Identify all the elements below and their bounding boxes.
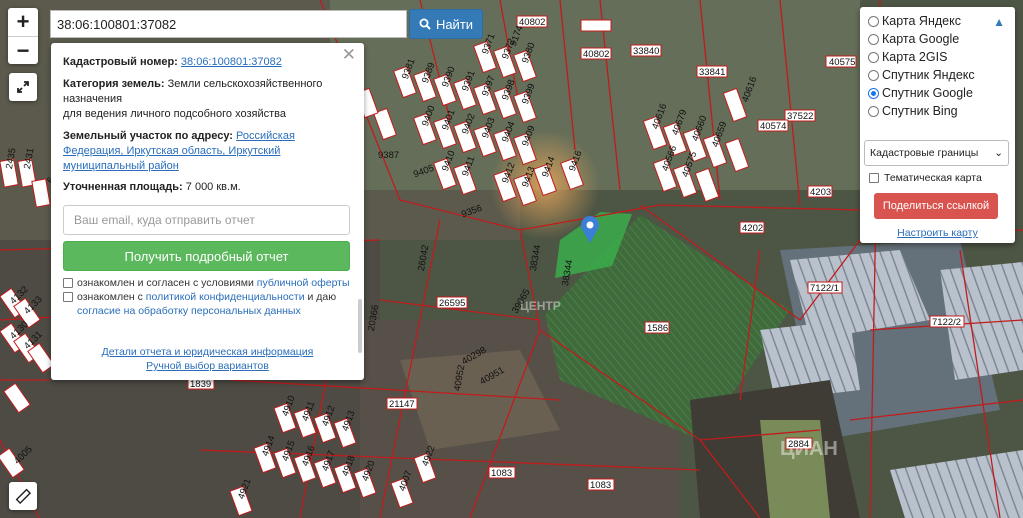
thematic-checkbox[interactable] [869,173,879,183]
boundaries-select[interactable]: Кадастровые границы ⌄ [864,140,1009,166]
svg-text:ЦИАН: ЦИАН [780,438,838,460]
layer-option-label: Карта Яндекс [882,14,961,28]
close-icon[interactable]: ✕ [342,46,356,63]
get-report-button[interactable]: Получить подробный отчет [63,241,350,271]
search-button[interactable]: Найти [409,9,483,39]
chevron-up-icon[interactable]: ▲ [993,15,1005,29]
manual-choice-link[interactable]: Ручной выбор вариантов [146,360,269,372]
offer-link[interactable]: публичной оферты [257,277,350,289]
category-label: Категория земель: [63,78,165,90]
layer-option-label: Спутник Яндекс [882,68,975,82]
offer-checkbox[interactable] [63,278,73,288]
cadastral-link[interactable]: 38:06:100801:37082 [181,56,282,68]
address-label: Земельный участок по адресу: [63,130,233,142]
radio-button[interactable] [868,105,879,117]
radio-button[interactable] [868,69,879,81]
layer-option-label: Карта Google [882,32,960,46]
radio-button[interactable] [868,15,879,27]
privacy-checkbox[interactable] [63,292,73,302]
layer-option-label: Карта 2GIS [882,50,948,64]
radio-button[interactable] [868,87,879,99]
zoom-out-button[interactable]: − [8,36,38,64]
search-button-label: Найти [435,16,474,32]
layer-list: Карта Яндекс Карта Google Карта 2GIS Спутни… [868,12,1007,120]
thematic-label: Тематическая карта [884,172,982,184]
consent-link[interactable]: согласие на обработку персональных данны… [77,305,301,317]
layer-option-label: Спутник Google [882,86,973,100]
category-purpose: для ведения личного подсобного хозяйства [63,108,286,120]
zoom-control: + − [8,8,38,64]
privacy-agreement-text: ознакомлен с политикой конфиденциальност… [77,291,337,317]
offer-agreement-text: ознакомлен и согласен с условиями публич… [77,277,350,289]
layer-option[interactable]: Карта Яндекс [868,12,1007,30]
layer-option-label: Спутник Bing [882,104,958,118]
fullscreen-button[interactable] [9,73,37,101]
layer-option[interactable]: Спутник Bing [868,102,1007,120]
ruler-icon [15,488,31,504]
area-label: Уточненная площадь: [63,181,183,193]
share-link-button[interactable]: Поделиться ссылкой [874,193,998,219]
email-field[interactable] [63,205,350,235]
boundaries-select-value: Кадастровые границы [870,147,979,159]
radio-button[interactable] [868,51,879,63]
area-value: 7 000 кв.м. [182,181,241,193]
layer-option[interactable]: Карта 2GIS [868,48,1007,66]
ruler-button[interactable] [9,482,37,510]
layer-option[interactable]: Спутник Яндекс [868,66,1007,84]
parcel-info-panel: ✕ Кадастровый номер: 38:06:100801:37082 … [51,43,364,380]
map-layers-panel: ▲ Карта Яндекс Карта Google Карта 2GIS Спут… [860,7,1015,243]
radio-button[interactable] [868,33,879,45]
svg-text:ЦЕНТР: ЦЕНТР [520,299,561,313]
cadastral-label: Кадастровый номер: [63,56,178,68]
layer-option[interactable]: Спутник Google [868,84,1007,102]
layer-option[interactable]: Карта Google [868,30,1007,48]
privacy-link[interactable]: политикой конфиденциальности [146,291,305,303]
configure-map-link[interactable]: Настроить карту [868,227,1007,239]
search-input[interactable] [50,10,407,38]
chevron-down-icon: ⌄ [994,147,1003,159]
search-icon [419,18,431,30]
zoom-in-button[interactable]: + [8,8,38,36]
details-link[interactable]: Детали отчета и юридическая информация [102,346,314,358]
expand-icon [17,81,29,93]
